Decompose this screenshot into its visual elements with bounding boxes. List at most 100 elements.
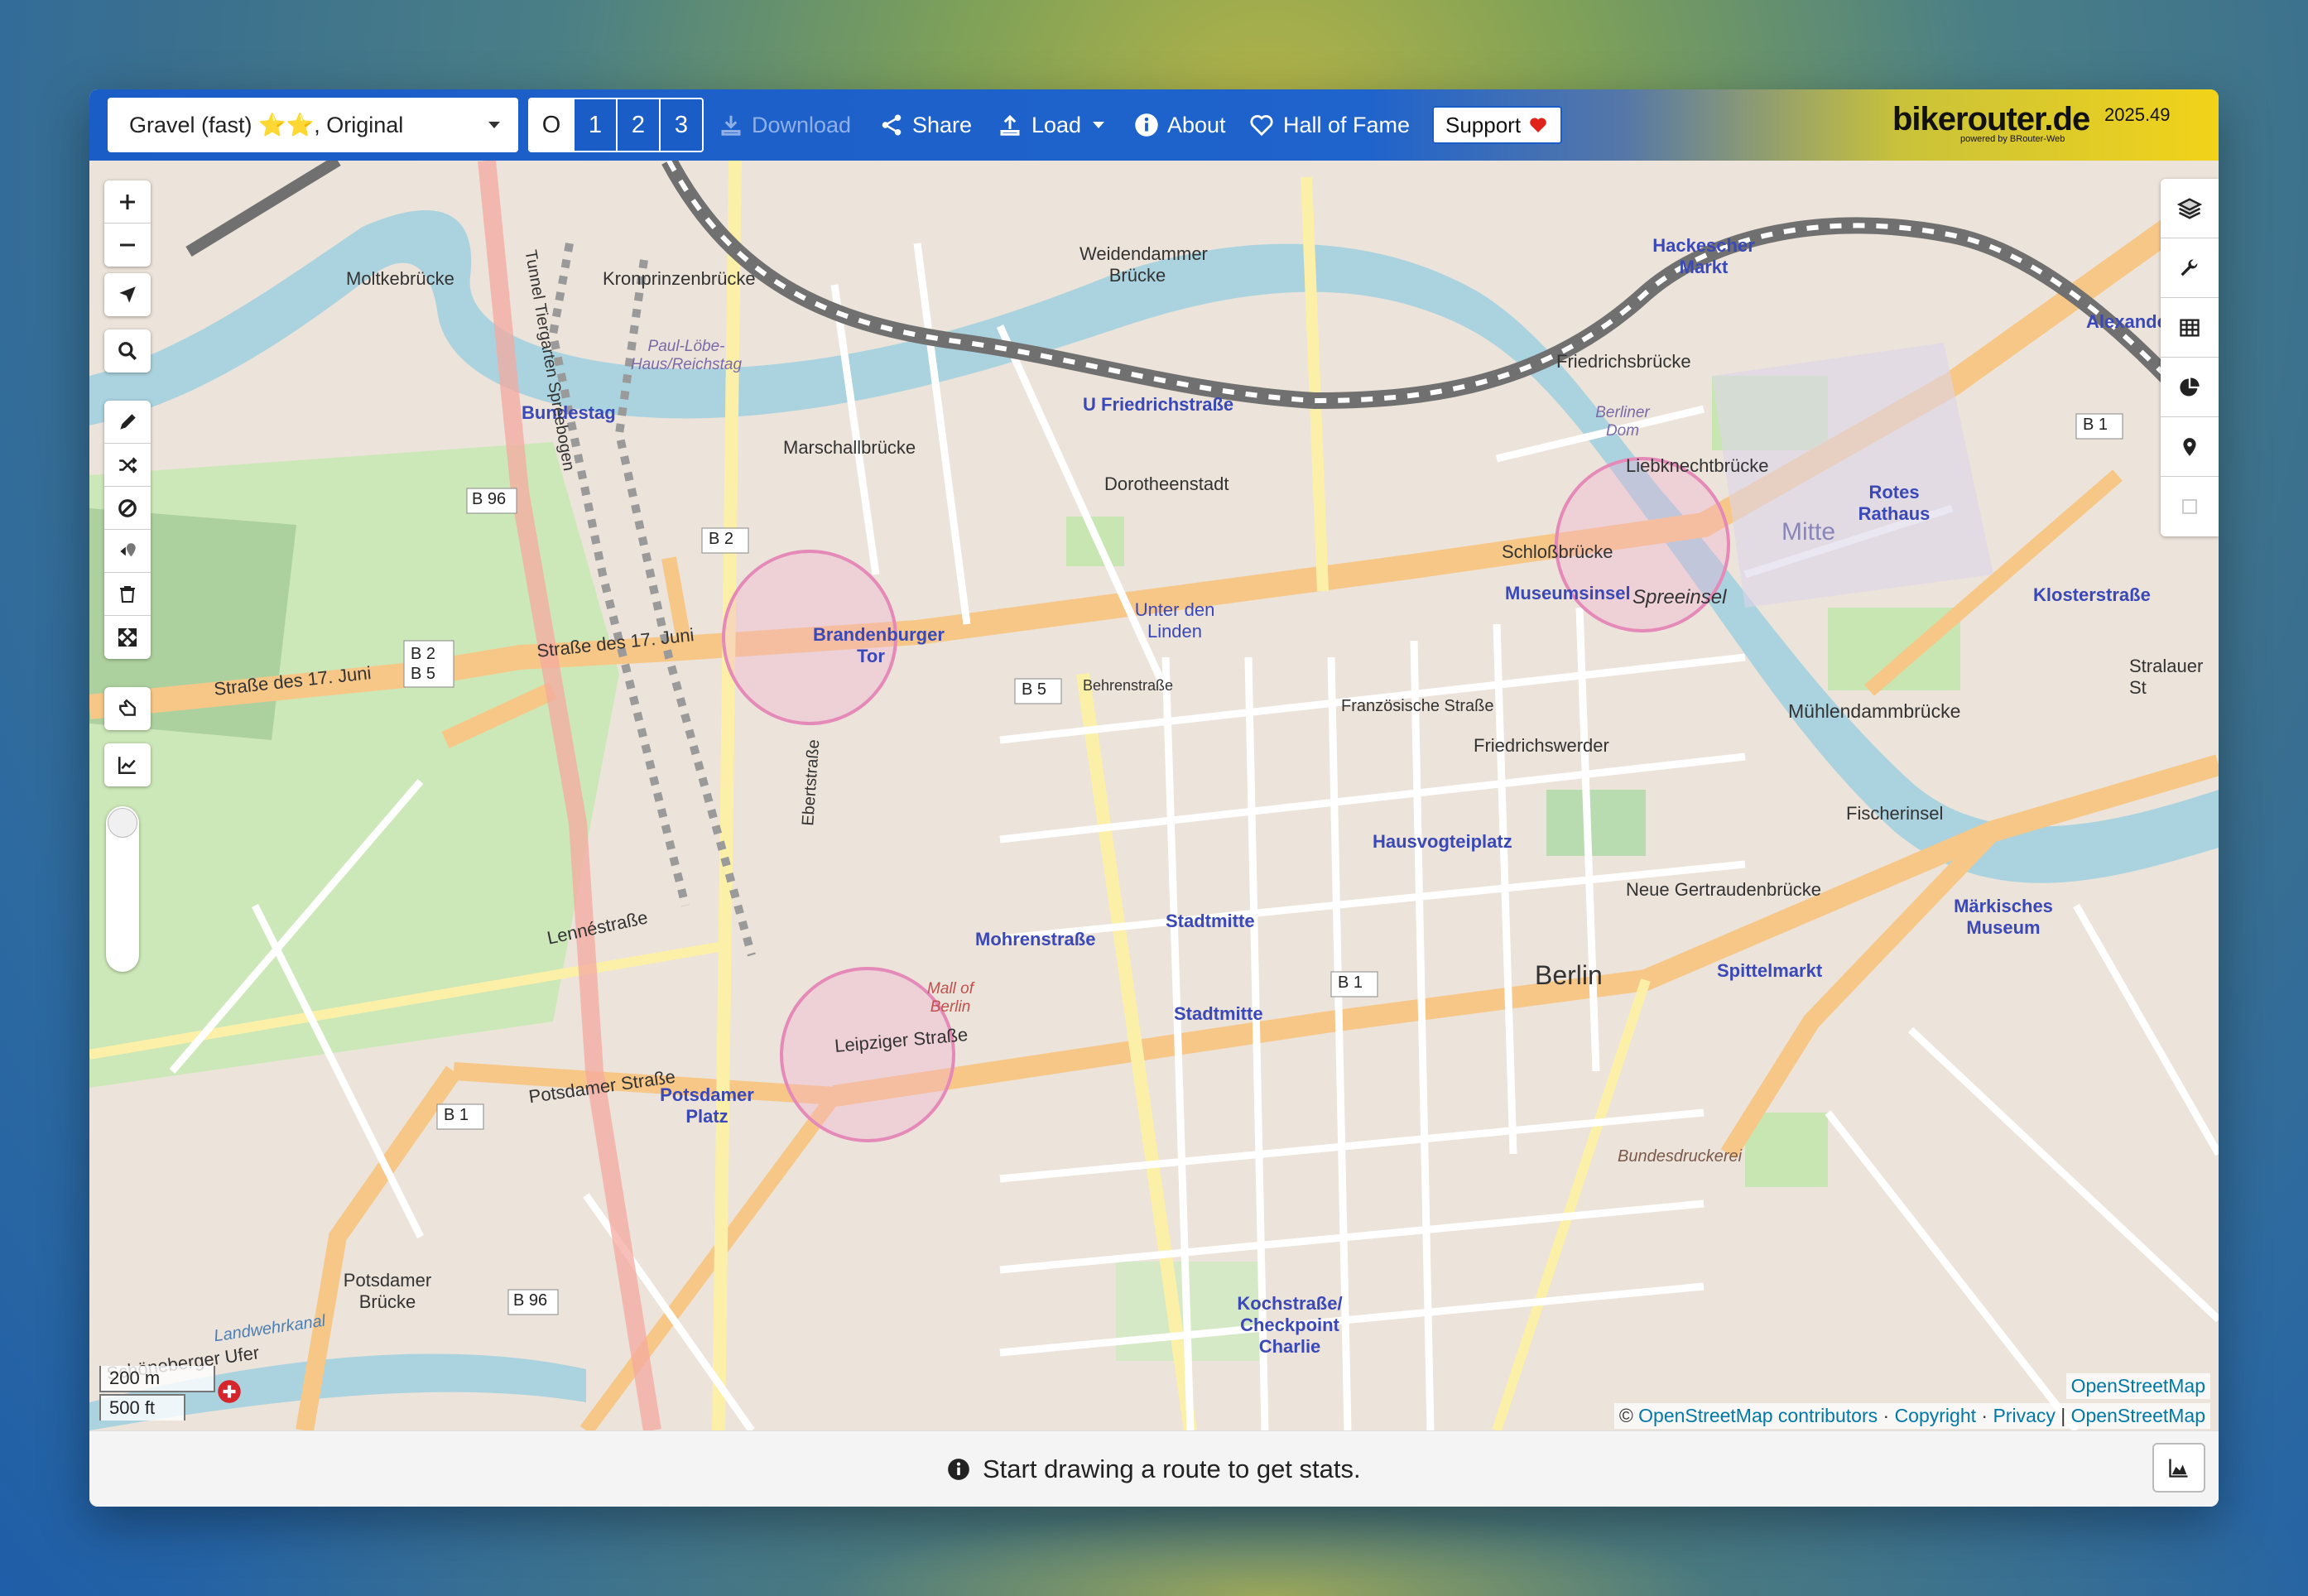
delete-last-point-button[interactable] — [104, 530, 151, 573]
about-button[interactable]: About — [1134, 98, 1226, 152]
map-label-schlossbruecke: Schloßbrücke — [1502, 541, 1613, 562]
version-label: 2025.49 — [2104, 104, 2171, 125]
map-label-hausvogteiplatz[interactable]: Hausvogteiplatz — [1373, 831, 1512, 853]
route-stats-footer: Start drawing a route to get stats. — [89, 1430, 2219, 1507]
share-icon — [882, 114, 902, 136]
map-label-paul-loebe[interactable]: Paul-Löbe-Haus/Reichstag — [624, 338, 748, 374]
road-shield-b96-north: B 96 — [472, 490, 507, 508]
draw-route-button[interactable] — [104, 401, 151, 444]
map-label-strasse-17-juni: Straße des 17. Juni — [213, 662, 373, 699]
alternative-button-2[interactable]: 2 — [616, 99, 659, 151]
map-label-liebknechtbruecke: Liebknechtbrücke — [1626, 455, 1769, 476]
analysis-button[interactable] — [2161, 358, 2219, 417]
alternative-button-3[interactable]: 3 — [659, 99, 702, 151]
map-label-hackescher-markt[interactable]: Hackescher Markt — [1646, 235, 1762, 278]
map-label-mohrenstrasse[interactable]: Mohrenstraße — [975, 929, 1095, 950]
map-label-potsdamer-bruecke: Potsdamer Brücke — [343, 1270, 432, 1312]
opacity-slider-knob[interactable] — [108, 808, 137, 838]
map-label-maerkisches-museum[interactable]: Märkisches Museum — [1945, 896, 2061, 939]
trash-icon — [120, 585, 135, 603]
poi-button[interactable] — [2161, 417, 2219, 477]
browser-window: Gravel (fast) ⭐⭐, Original O 1 2 3 Downl… — [89, 89, 2219, 1507]
profile-select[interactable]: Gravel (fast) ⭐⭐, Original — [108, 98, 518, 152]
turn-instructions-control — [104, 687, 151, 730]
privacy-link[interactable]: Privacy — [1993, 1405, 2055, 1426]
map-label-alexanderplatz[interactable]: Alexande — [2086, 311, 2167, 333]
map-scale: 200 m 500 ft — [99, 1366, 215, 1422]
map-label-potsdamer-platz[interactable]: Potsdamer Platz — [657, 1084, 757, 1127]
map-label-leipziger-strasse: Leipziger Straße — [834, 1024, 969, 1056]
map-label-mitte: Mitte — [1781, 518, 1836, 546]
download-button[interactable]: Download — [719, 98, 851, 152]
download-label: Download — [752, 112, 852, 137]
map-label-kochstrasse[interactable]: Kochstraße/ Checkpoint Charlie — [1232, 1293, 1348, 1358]
map-label-unter-den-linden[interactable]: Unter den Linden — [1129, 599, 1220, 642]
alternative-button-original[interactable]: O — [530, 99, 573, 151]
support-button[interactable]: Support — [1432, 106, 1563, 144]
brand-subtitle: powered by BRouter-Web — [1960, 134, 2065, 144]
area-chart-icon — [2169, 1459, 2188, 1478]
road-shield-b1-east: B 1 — [1338, 973, 1363, 992]
locate-control — [104, 273, 151, 316]
locate-button[interactable] — [104, 273, 151, 316]
search-button[interactable] — [104, 329, 151, 373]
location-arrow-icon — [119, 286, 136, 303]
turn-instructions-button[interactable] — [104, 687, 151, 730]
map-label-rotes-rathaus[interactable]: Rotes Rathaus — [1853, 482, 1935, 525]
map-view[interactable]: Bundestag Brandenburger Tor Unter den Li… — [89, 161, 2219, 1430]
copyright-link[interactable]: Copyright — [1895, 1405, 1976, 1426]
delete-route-button[interactable] — [104, 573, 151, 616]
share-button[interactable]: Share — [879, 98, 972, 152]
square-icon — [2182, 499, 2197, 514]
map-label-mall-of-berlin[interactable]: Mall of Berlin — [917, 980, 983, 1017]
map-label-dorotheenstadt: Dorotheenstadt — [1104, 474, 1229, 494]
map-label-stadtmitte-lower[interactable]: Stadtmitte — [1174, 1003, 1263, 1025]
attribution-layer-name[interactable]: OpenStreetMap — [2065, 1373, 2210, 1399]
map-label-weidendammer-bruecke: Weidendammer Brücke — [1079, 243, 1208, 286]
data-table-button[interactable] — [2161, 298, 2219, 358]
map-label-klosterstrasse[interactable]: Klosterstraße — [2033, 584, 2151, 606]
line-chart-icon — [118, 757, 136, 775]
map-label-friedrichstrasse[interactable]: U Friedrichstraße — [1083, 394, 1233, 416]
zoom-out-button[interactable] — [104, 224, 151, 267]
map-options-toolbar — [2161, 179, 2219, 536]
map-label-potsdamer-strasse: Potsdamer Straße — [527, 1065, 677, 1108]
map-label-bundesdruckerei: Bundesdruckerei — [1618, 1147, 1743, 1166]
map-label-behrenstrasse: Behrenstraße — [1083, 677, 1174, 694]
share-label: Share — [912, 112, 973, 137]
map-label-friedrichswerder: Friedrichswerder — [1474, 735, 1609, 756]
brand-logo[interactable]: bikerouter.de — [1892, 101, 2090, 138]
map-label-kronprinzenbruecke: Kronprinzenbrücke — [603, 268, 756, 289]
opacity-slider[interactable] — [106, 806, 139, 972]
hall-of-fame-button[interactable]: Hall of Fame — [1248, 98, 1410, 152]
no-go-area-button[interactable] — [104, 487, 151, 530]
expand-icon — [118, 627, 137, 647]
options-button[interactable] — [2161, 238, 2219, 298]
table-icon — [2180, 319, 2200, 336]
zoom-in-button[interactable] — [104, 180, 151, 224]
map-label-museumsinsel[interactable]: Museumsinsel — [1505, 583, 1631, 604]
layers-icon — [2177, 197, 2202, 219]
plus-icon — [120, 194, 135, 209]
elevation-chart-toggle[interactable] — [2152, 1443, 2205, 1493]
reverse-route-button[interactable] — [104, 444, 151, 487]
backspace-marker-icon — [120, 542, 136, 556]
load-dropdown[interactable]: Load — [997, 98, 1105, 152]
drawing-toolbar — [104, 401, 151, 659]
load-label: Load — [1031, 112, 1082, 137]
osm-contributors-link[interactable]: OpenStreetMap contributors — [1638, 1405, 1878, 1426]
elevation-profile-button[interactable] — [104, 743, 151, 786]
map-label-spittelmarkt[interactable]: Spittelmarkt — [1717, 960, 1822, 982]
shuffle-icon — [119, 456, 137, 474]
map-label-brandenburger-tor[interactable]: Brandenburger Tor — [813, 624, 945, 667]
osm-link[interactable]: OpenStreetMap — [2071, 1405, 2205, 1426]
hospital-icon — [218, 1380, 241, 1403]
disabled-tool-button[interactable] — [2161, 477, 2219, 536]
map-label-lennestrasse: Lennéstraße — [545, 906, 650, 949]
fullscreen-button[interactable] — [104, 616, 151, 659]
layers-button[interactable] — [2161, 179, 2219, 238]
attribution-prefix: © — [1618, 1405, 1633, 1426]
map-label-stadtmitte-upper[interactable]: Stadtmitte — [1166, 911, 1255, 932]
alternative-button-1[interactable]: 1 — [573, 99, 616, 151]
map-label-berliner-dom[interactable]: Berliner Dom — [1589, 404, 1656, 440]
